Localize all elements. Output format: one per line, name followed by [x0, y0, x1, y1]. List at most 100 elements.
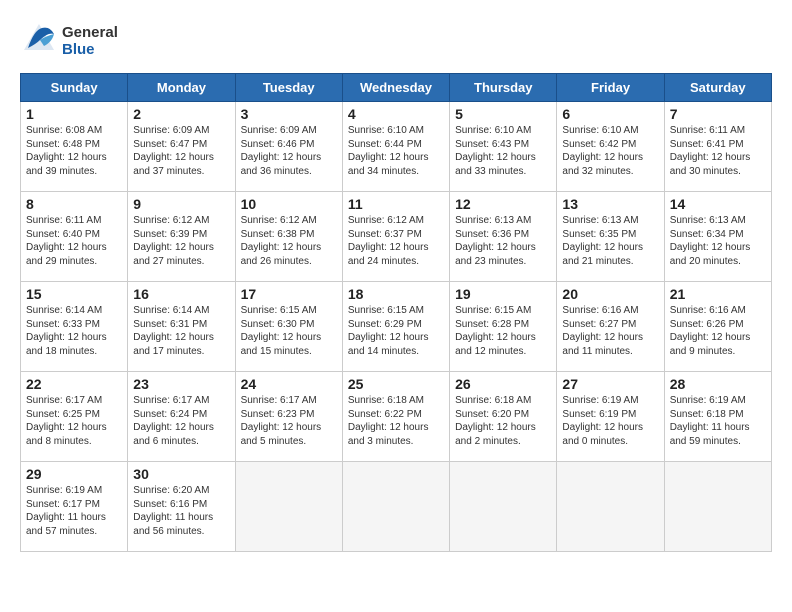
calendar-day-cell: 23 Sunrise: 6:17 AMSunset: 6:24 PMDaylig… [128, 372, 235, 462]
calendar-day-cell: 27 Sunrise: 6:19 AMSunset: 6:19 PMDaylig… [557, 372, 664, 462]
day-info: Sunrise: 6:19 AMSunset: 6:19 PMDaylight:… [562, 394, 658, 448]
day-number: 8 [26, 196, 122, 212]
day-info: Sunrise: 6:09 AMSunset: 6:46 PMDaylight:… [241, 124, 337, 178]
calendar-col-header: Thursday [450, 74, 557, 102]
day-info: Sunrise: 6:15 AMSunset: 6:29 PMDaylight:… [348, 304, 444, 358]
day-number: 13 [562, 196, 658, 212]
day-info: Sunrise: 6:10 AMSunset: 6:44 PMDaylight:… [348, 124, 444, 178]
day-number: 22 [26, 376, 122, 392]
day-number: 20 [562, 286, 658, 302]
day-info: Sunrise: 6:13 AMSunset: 6:35 PMDaylight:… [562, 214, 658, 268]
day-number: 30 [133, 466, 229, 482]
calendar-day-cell: 2 Sunrise: 6:09 AMSunset: 6:47 PMDayligh… [128, 102, 235, 192]
calendar-day-cell: 14 Sunrise: 6:13 AMSunset: 6:34 PMDaylig… [664, 192, 771, 282]
calendar-day-cell: 18 Sunrise: 6:15 AMSunset: 6:29 PMDaylig… [342, 282, 449, 372]
calendar-day-cell: 16 Sunrise: 6:14 AMSunset: 6:31 PMDaylig… [128, 282, 235, 372]
calendar-col-header: Tuesday [235, 74, 342, 102]
calendar-body: 1 Sunrise: 6:08 AMSunset: 6:48 PMDayligh… [21, 102, 772, 552]
day-number: 14 [670, 196, 766, 212]
calendar-col-header: Wednesday [342, 74, 449, 102]
day-number: 28 [670, 376, 766, 392]
calendar-day-cell: 30 Sunrise: 6:20 AMSunset: 6:16 PMDaylig… [128, 462, 235, 552]
day-number: 27 [562, 376, 658, 392]
calendar-day-cell: 10 Sunrise: 6:12 AMSunset: 6:38 PMDaylig… [235, 192, 342, 282]
day-number: 25 [348, 376, 444, 392]
day-number: 10 [241, 196, 337, 212]
day-info: Sunrise: 6:12 AMSunset: 6:38 PMDaylight:… [241, 214, 337, 268]
day-number: 18 [348, 286, 444, 302]
day-info: Sunrise: 6:19 AMSunset: 6:17 PMDaylight:… [26, 484, 122, 538]
day-number: 29 [26, 466, 122, 482]
calendar-col-header: Saturday [664, 74, 771, 102]
day-number: 11 [348, 196, 444, 212]
day-info: Sunrise: 6:15 AMSunset: 6:28 PMDaylight:… [455, 304, 551, 358]
calendar-day-cell: 24 Sunrise: 6:17 AMSunset: 6:23 PMDaylig… [235, 372, 342, 462]
calendar-day-cell: 4 Sunrise: 6:10 AMSunset: 6:44 PMDayligh… [342, 102, 449, 192]
day-info: Sunrise: 6:19 AMSunset: 6:18 PMDaylight:… [670, 394, 766, 448]
day-number: 17 [241, 286, 337, 302]
calendar-table: SundayMondayTuesdayWednesdayThursdayFrid… [20, 73, 772, 552]
calendar-week-row: 29 Sunrise: 6:19 AMSunset: 6:17 PMDaylig… [21, 462, 772, 552]
calendar-col-header: Sunday [21, 74, 128, 102]
calendar-day-cell: 15 Sunrise: 6:14 AMSunset: 6:33 PMDaylig… [21, 282, 128, 372]
calendar-day-cell: 9 Sunrise: 6:12 AMSunset: 6:39 PMDayligh… [128, 192, 235, 282]
day-number: 3 [241, 106, 337, 122]
logo: General Blue [20, 20, 118, 63]
calendar-day-cell [450, 462, 557, 552]
calendar-day-cell: 12 Sunrise: 6:13 AMSunset: 6:36 PMDaylig… [450, 192, 557, 282]
day-number: 21 [670, 286, 766, 302]
calendar-day-cell [235, 462, 342, 552]
day-info: Sunrise: 6:18 AMSunset: 6:22 PMDaylight:… [348, 394, 444, 448]
day-info: Sunrise: 6:11 AMSunset: 6:41 PMDaylight:… [670, 124, 766, 178]
day-info: Sunrise: 6:09 AMSunset: 6:47 PMDaylight:… [133, 124, 229, 178]
calendar-day-cell: 13 Sunrise: 6:13 AMSunset: 6:35 PMDaylig… [557, 192, 664, 282]
day-number: 6 [562, 106, 658, 122]
calendar-week-row: 22 Sunrise: 6:17 AMSunset: 6:25 PMDaylig… [21, 372, 772, 462]
day-info: Sunrise: 6:16 AMSunset: 6:27 PMDaylight:… [562, 304, 658, 358]
day-number: 23 [133, 376, 229, 392]
calendar-col-header: Friday [557, 74, 664, 102]
day-info: Sunrise: 6:17 AMSunset: 6:24 PMDaylight:… [133, 394, 229, 448]
day-info: Sunrise: 6:11 AMSunset: 6:40 PMDaylight:… [26, 214, 122, 268]
day-number: 24 [241, 376, 337, 392]
day-info: Sunrise: 6:18 AMSunset: 6:20 PMDaylight:… [455, 394, 551, 448]
calendar-col-header: Monday [128, 74, 235, 102]
calendar-day-cell: 21 Sunrise: 6:16 AMSunset: 6:26 PMDaylig… [664, 282, 771, 372]
day-number: 1 [26, 106, 122, 122]
day-info: Sunrise: 6:17 AMSunset: 6:25 PMDaylight:… [26, 394, 122, 448]
calendar-day-cell: 25 Sunrise: 6:18 AMSunset: 6:22 PMDaylig… [342, 372, 449, 462]
day-number: 19 [455, 286, 551, 302]
day-info: Sunrise: 6:08 AMSunset: 6:48 PMDaylight:… [26, 124, 122, 178]
calendar-day-cell: 28 Sunrise: 6:19 AMSunset: 6:18 PMDaylig… [664, 372, 771, 462]
calendar-day-cell [557, 462, 664, 552]
logo-bird-icon [20, 20, 58, 63]
day-number: 9 [133, 196, 229, 212]
day-info: Sunrise: 6:10 AMSunset: 6:42 PMDaylight:… [562, 124, 658, 178]
calendar-day-cell: 19 Sunrise: 6:15 AMSunset: 6:28 PMDaylig… [450, 282, 557, 372]
day-info: Sunrise: 6:12 AMSunset: 6:37 PMDaylight:… [348, 214, 444, 268]
calendar-day-cell: 8 Sunrise: 6:11 AMSunset: 6:40 PMDayligh… [21, 192, 128, 282]
day-number: 7 [670, 106, 766, 122]
calendar-header-row: SundayMondayTuesdayWednesdayThursdayFrid… [21, 74, 772, 102]
calendar-day-cell: 26 Sunrise: 6:18 AMSunset: 6:20 PMDaylig… [450, 372, 557, 462]
calendar-day-cell: 6 Sunrise: 6:10 AMSunset: 6:42 PMDayligh… [557, 102, 664, 192]
calendar-day-cell: 3 Sunrise: 6:09 AMSunset: 6:46 PMDayligh… [235, 102, 342, 192]
day-info: Sunrise: 6:10 AMSunset: 6:43 PMDaylight:… [455, 124, 551, 178]
calendar-day-cell [664, 462, 771, 552]
day-info: Sunrise: 6:12 AMSunset: 6:39 PMDaylight:… [133, 214, 229, 268]
day-number: 5 [455, 106, 551, 122]
calendar-day-cell: 17 Sunrise: 6:15 AMSunset: 6:30 PMDaylig… [235, 282, 342, 372]
day-number: 16 [133, 286, 229, 302]
day-number: 15 [26, 286, 122, 302]
calendar-week-row: 1 Sunrise: 6:08 AMSunset: 6:48 PMDayligh… [21, 102, 772, 192]
day-info: Sunrise: 6:13 AMSunset: 6:36 PMDaylight:… [455, 214, 551, 268]
day-info: Sunrise: 6:17 AMSunset: 6:23 PMDaylight:… [241, 394, 337, 448]
calendar-day-cell: 29 Sunrise: 6:19 AMSunset: 6:17 PMDaylig… [21, 462, 128, 552]
calendar-day-cell: 20 Sunrise: 6:16 AMSunset: 6:27 PMDaylig… [557, 282, 664, 372]
day-info: Sunrise: 6:14 AMSunset: 6:31 PMDaylight:… [133, 304, 229, 358]
day-info: Sunrise: 6:20 AMSunset: 6:16 PMDaylight:… [133, 484, 229, 538]
calendar-day-cell: 1 Sunrise: 6:08 AMSunset: 6:48 PMDayligh… [21, 102, 128, 192]
calendar-day-cell: 5 Sunrise: 6:10 AMSunset: 6:43 PMDayligh… [450, 102, 557, 192]
calendar-day-cell: 7 Sunrise: 6:11 AMSunset: 6:41 PMDayligh… [664, 102, 771, 192]
day-number: 26 [455, 376, 551, 392]
